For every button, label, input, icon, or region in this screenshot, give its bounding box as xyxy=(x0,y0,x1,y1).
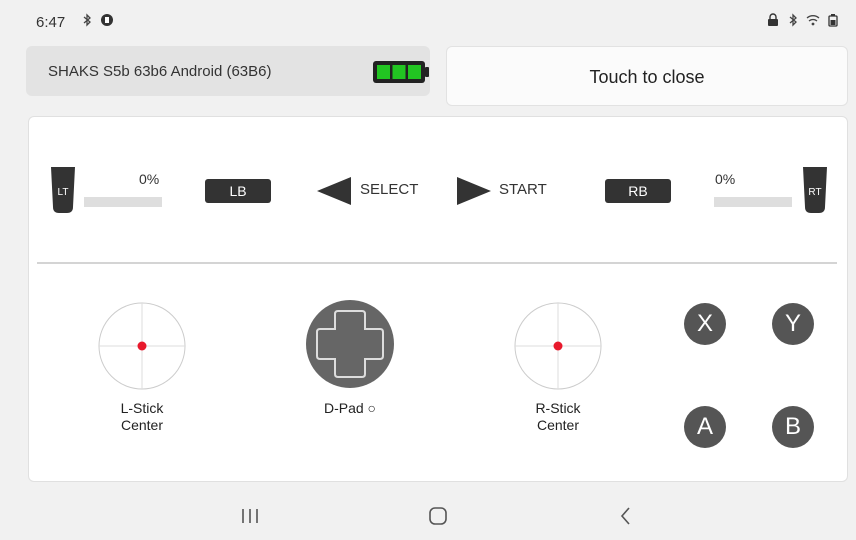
system-navbar xyxy=(0,490,856,540)
lt-value: 0% xyxy=(139,171,160,187)
lock-icon xyxy=(768,13,778,26)
rt-progress-bar xyxy=(714,197,792,207)
divider xyxy=(37,262,837,264)
status-bar: 6:47 xyxy=(0,0,856,40)
rt-label: RT xyxy=(808,187,821,198)
right-stick-dot xyxy=(553,341,563,351)
y-button[interactable]: Y xyxy=(772,303,814,345)
rt-trigger-icon: RT xyxy=(803,167,827,213)
app-notification-icon xyxy=(101,14,113,26)
start-triangle-icon[interactable] xyxy=(455,175,493,207)
bluetooth-icon xyxy=(83,13,91,27)
rt-value: 0% xyxy=(715,171,736,187)
device-name: SHAKS S5b 63b6 Android (63B6) xyxy=(48,63,272,80)
start-label: START xyxy=(499,181,547,198)
status-time: 6:47 xyxy=(36,14,66,31)
lt-trigger-icon: LT xyxy=(51,167,75,213)
lb-button[interactable]: LB xyxy=(205,179,271,203)
rb-button[interactable]: RB xyxy=(605,179,671,203)
lt-progress-bar xyxy=(84,197,162,207)
b-button[interactable]: B xyxy=(772,406,814,448)
controller-battery-icon xyxy=(373,61,429,83)
select-triangle-icon[interactable] xyxy=(315,175,353,207)
dpad-label: D-Pad ○ xyxy=(323,400,377,416)
right-stick-label: R-Stick Center xyxy=(535,400,581,433)
wifi-icon xyxy=(806,15,820,26)
touch-to-close-button[interactable]: Touch to close xyxy=(446,46,848,106)
left-stick[interactable] xyxy=(97,301,187,391)
lt-label: LT xyxy=(58,187,69,198)
left-stick-label: L-Stick Center xyxy=(120,400,164,433)
select-label: SELECT xyxy=(360,181,419,198)
recent-apps-icon[interactable] xyxy=(230,500,270,530)
bluetooth-icon xyxy=(789,13,797,27)
x-button[interactable]: X xyxy=(684,303,726,345)
right-stick[interactable] xyxy=(513,301,603,391)
touch-to-close-label: Touch to close xyxy=(589,67,705,87)
controller-panel: LT 0% LB SELECT START RB 0% RT L-Stick C… xyxy=(28,116,848,482)
dpad[interactable] xyxy=(305,299,395,389)
battery-icon xyxy=(828,14,838,27)
a-button[interactable]: A xyxy=(684,406,726,448)
device-panel: SHAKS S5b 63b6 Android (63B6) xyxy=(26,46,430,96)
left-stick-dot xyxy=(137,341,147,351)
home-icon[interactable] xyxy=(418,500,458,530)
back-icon[interactable] xyxy=(606,500,646,530)
